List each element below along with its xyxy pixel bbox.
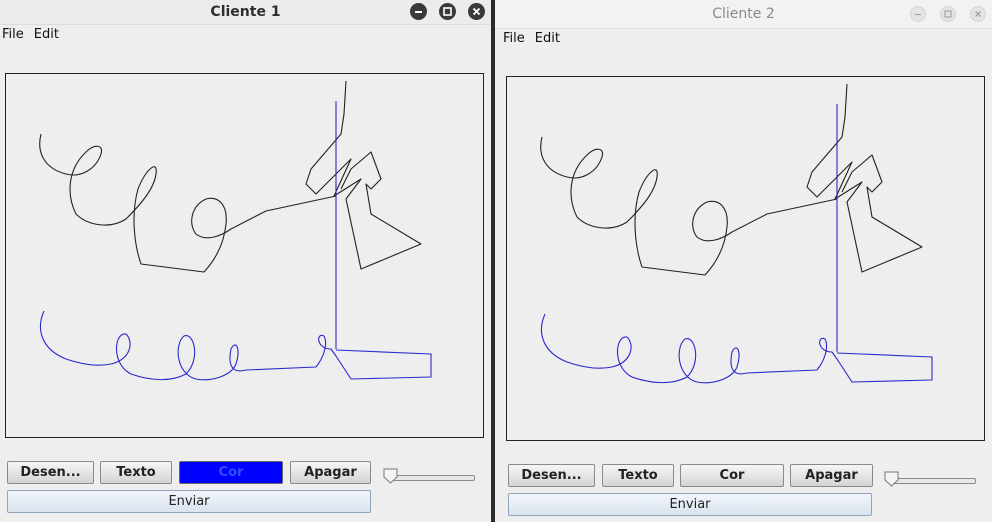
cliente-1-window: Cliente 1 File Edit Desen... Texto Cor A… bbox=[0, 0, 491, 522]
draw-button[interactable]: Desen... bbox=[508, 464, 595, 487]
drawing-strokes bbox=[540, 83, 933, 384]
slider-thumb[interactable] bbox=[884, 471, 900, 489]
maximize-icon[interactable] bbox=[439, 3, 456, 20]
size-slider[interactable] bbox=[383, 467, 475, 487]
send-button[interactable]: Enviar bbox=[7, 490, 371, 513]
close-icon[interactable] bbox=[468, 3, 485, 20]
drawing-canvas[interactable] bbox=[506, 76, 985, 441]
black-stroke-top bbox=[305, 80, 422, 270]
send-button[interactable]: Enviar bbox=[508, 493, 872, 516]
minimize-icon[interactable] bbox=[910, 6, 926, 22]
black-stroke-loops bbox=[540, 136, 838, 276]
menu-edit[interactable]: Edit bbox=[34, 25, 59, 45]
erase-button[interactable]: Apagar bbox=[790, 464, 873, 487]
menu-edit[interactable]: Edit bbox=[535, 29, 560, 49]
slider-thumb[interactable] bbox=[383, 468, 399, 486]
color-button[interactable]: Cor bbox=[179, 461, 283, 484]
blue-stroke-loops bbox=[541, 313, 933, 384]
erase-button[interactable]: Apagar bbox=[290, 461, 371, 484]
black-stroke-loops bbox=[39, 133, 337, 273]
color-button[interactable]: Cor bbox=[680, 464, 784, 487]
titlebar[interactable]: Cliente 1 bbox=[0, 0, 491, 25]
drawing-strokes bbox=[39, 80, 432, 381]
text-button[interactable]: Texto bbox=[602, 464, 674, 487]
close-icon[interactable] bbox=[970, 6, 986, 22]
size-slider[interactable] bbox=[884, 470, 976, 490]
menu-bar: File Edit bbox=[495, 29, 992, 49]
minimize-icon[interactable] bbox=[410, 3, 427, 20]
black-stroke-top bbox=[806, 83, 923, 273]
menu-bar: File Edit bbox=[0, 25, 491, 45]
menu-file[interactable]: File bbox=[2, 25, 24, 45]
text-button[interactable]: Texto bbox=[100, 461, 172, 484]
maximize-icon[interactable] bbox=[940, 6, 956, 22]
cliente-2-window: Cliente 2 File Edit Desen... Texto Cor A… bbox=[495, 0, 992, 522]
blue-stroke-loops bbox=[40, 310, 432, 381]
draw-button[interactable]: Desen... bbox=[7, 461, 94, 484]
menu-file[interactable]: File bbox=[503, 29, 525, 49]
titlebar[interactable]: Cliente 2 bbox=[495, 0, 992, 29]
drawing-canvas[interactable] bbox=[5, 73, 484, 438]
